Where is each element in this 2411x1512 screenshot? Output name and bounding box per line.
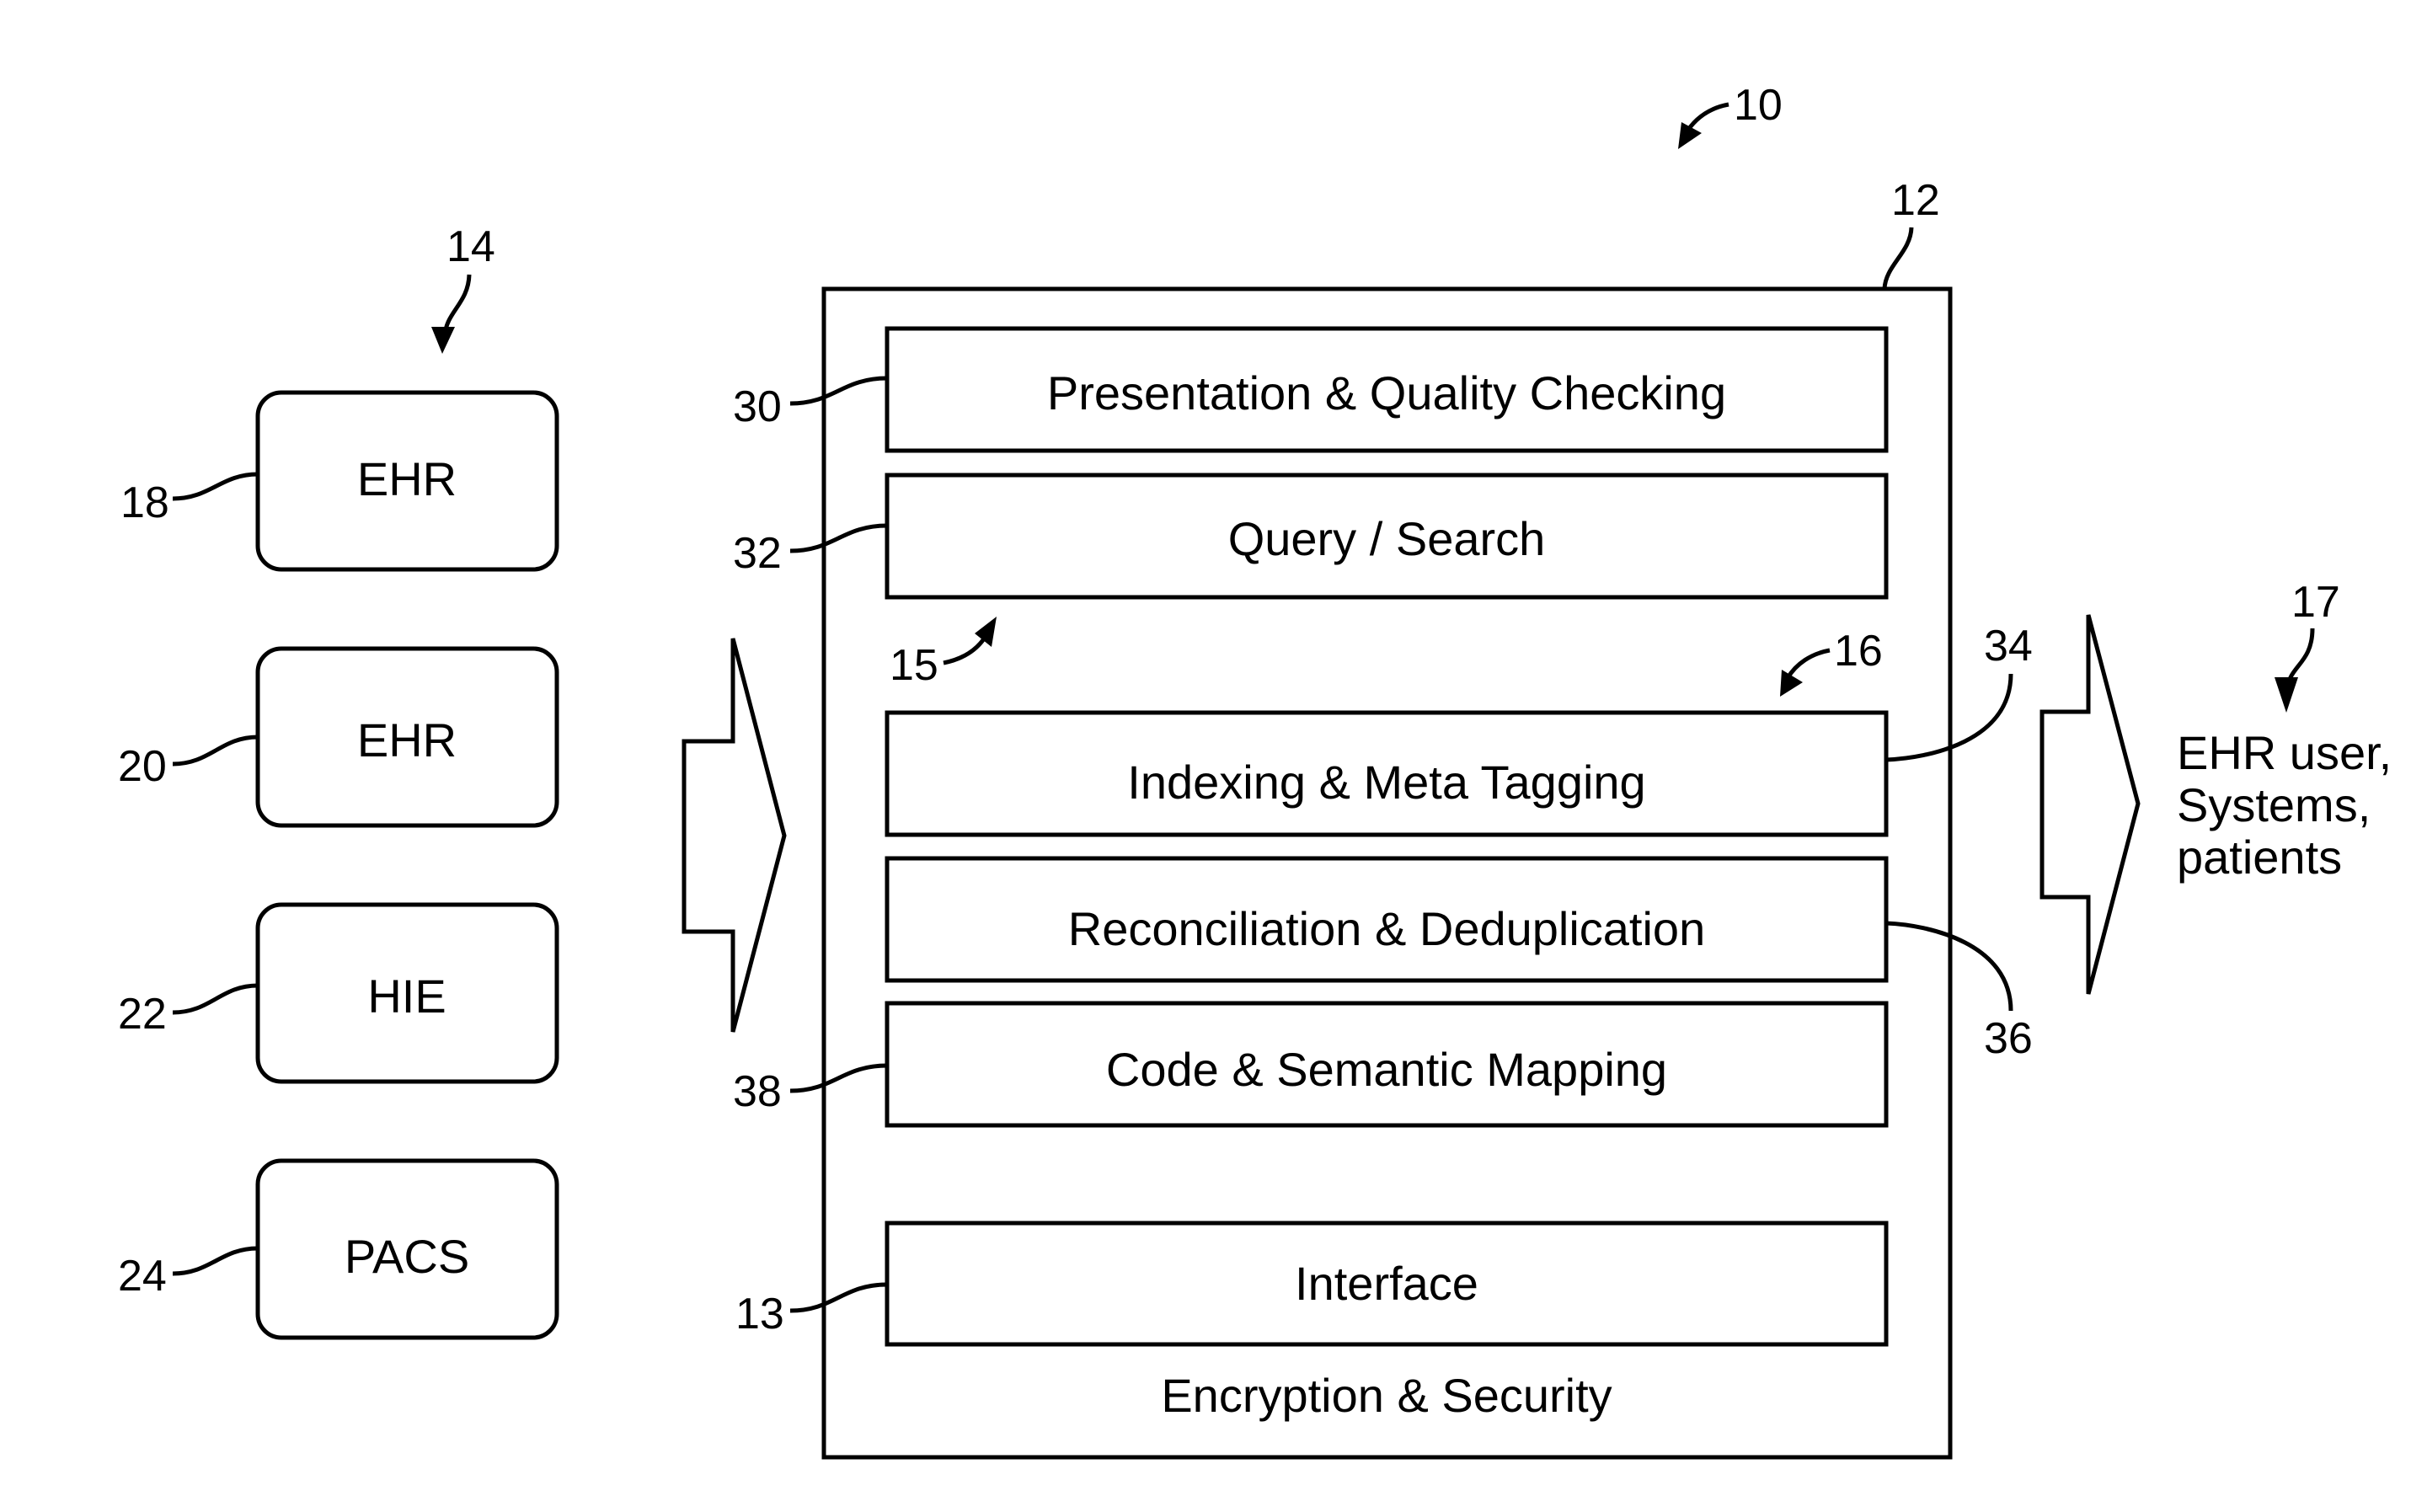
layer-query-search: Query / Search 32: [733, 473, 1889, 600]
output-arrow-icon: [2039, 614, 2141, 995]
layer-presentation-quality: Presentation & Quality Checking 30: [733, 326, 1889, 453]
sources-ref-arrowhead-icon: [431, 327, 455, 354]
input-arrow-icon: [682, 638, 787, 1033]
source-ref-label: 22: [118, 990, 167, 1039]
platform-footer-label: Encryption & Security: [1161, 1369, 1612, 1422]
layer-ref-label: 38: [733, 1067, 782, 1116]
source-pacs: PACS 24: [118, 1158, 559, 1340]
sources-group: 14 EHR 18 EHR 20 HIE 22 PACS 24: [118, 222, 559, 1340]
platform-ref-label: 12: [1891, 176, 1940, 225]
layers: Presentation & Quality Checking 30 Query…: [733, 326, 2033, 1422]
lower-layers-ref-label: 16: [1834, 627, 1883, 676]
sources-ref-leader: [442, 274, 472, 336]
layer-ref-label: 32: [733, 529, 782, 578]
source-hie: HIE 22: [118, 902, 559, 1084]
layer-label: Reconciliation & Deduplication: [1068, 902, 1705, 955]
layer-ref-label: 36: [1984, 1014, 2033, 1063]
source-ref-label: 24: [118, 1252, 167, 1301]
consumers-ref-label: 17: [2291, 578, 2340, 627]
platform-ref-leader: [1882, 227, 1914, 290]
consumers-ref-arrowhead-icon: [2275, 677, 2298, 713]
layer-label: Indexing & Meta Tagging: [1127, 756, 1645, 809]
source-ref-label: 20: [118, 742, 167, 791]
source-ref-leader: [172, 1246, 259, 1276]
source-label: EHR: [357, 713, 457, 767]
consumers-line-2: Systems,: [2177, 778, 2371, 831]
system-reference: 10: [1678, 81, 1783, 149]
source-ehr-2: EHR 20: [118, 646, 559, 828]
source-ref-label: 18: [120, 478, 169, 527]
layer-label: Code & Semantic Mapping: [1106, 1043, 1667, 1096]
sources-ref-label: 14: [446, 222, 495, 271]
layer-label: Interface: [1295, 1257, 1478, 1310]
ehr-platform-diagram: 10 12 14 EHR 18 EHR 20 HIE 22 PACS 24 Pr…: [118, 81, 2392, 1460]
layer-ref-label: 34: [1984, 622, 2033, 671]
source-label: HIE: [367, 970, 446, 1023]
source-ref-leader: [172, 472, 259, 501]
layer-ref-label: 30: [733, 382, 782, 431]
layer-label: Query / Search: [1228, 512, 1546, 565]
source-label: EHR: [357, 452, 457, 505]
source-label: PACS: [345, 1230, 469, 1283]
upper-layers-ref-label: 15: [890, 641, 938, 690]
layer-ref-label: 13: [735, 1290, 784, 1338]
source-ref-leader: [172, 983, 259, 1015]
consumers-line-1: EHR user,: [2177, 726, 2392, 779]
layer-code-semantic-mapping: Code & Semantic Mapping 38: [733, 1001, 1889, 1128]
layer-label: Presentation & Quality Checking: [1047, 366, 1726, 419]
consumers-line-3: patients: [2177, 831, 2342, 884]
layer-interface: Interface 13: [735, 1221, 1889, 1347]
source-ehr-1: EHR 18: [120, 390, 559, 572]
system-ref-label: 10: [1734, 81, 1783, 130]
source-ref-leader: [172, 735, 259, 767]
consumers-group: 17 EHR user, Systems, patients: [2177, 578, 2392, 884]
